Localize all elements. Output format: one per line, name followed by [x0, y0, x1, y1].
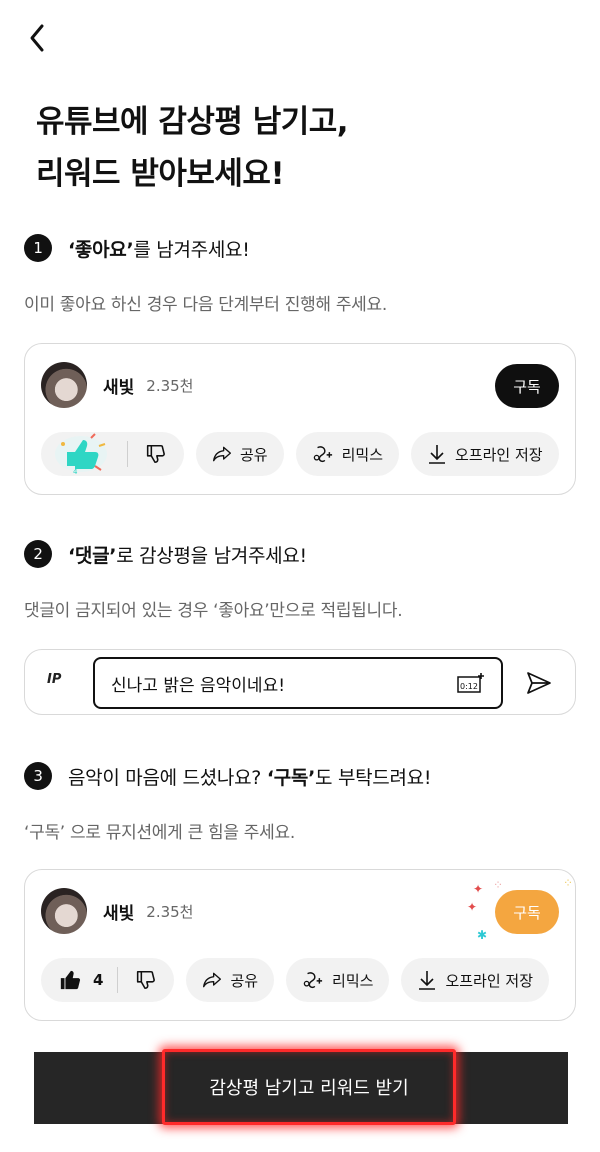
page-title: 유튜브에 감상평 남기고, 리워드 받아보세요! — [36, 96, 349, 200]
step-text: 를 남겨주세요! — [133, 238, 250, 261]
step-2-heading: 2 ‘댓글’ 로 감상평을 남겨주세요! — [24, 540, 307, 568]
step-text: 로 감상평을 남겨주세요! — [116, 544, 307, 567]
svg-text:4: 4 — [73, 468, 78, 476]
sparkle-icon: ⁘ — [563, 876, 574, 890]
share-label: 공유 — [230, 971, 259, 990]
step-number: 1 — [24, 234, 52, 262]
share-icon — [202, 971, 222, 989]
share-icon — [212, 445, 232, 463]
remix-button[interactable]: 리믹스 — [295, 432, 400, 476]
submit-review-button[interactable]: 감상평 남기고 리워드 받기 — [162, 1049, 456, 1125]
step-1-heading: 1 ‘좋아요’ 를 남겨주세요! — [24, 234, 250, 262]
offline-save-label: 오프라인 저장 — [445, 971, 534, 990]
offline-save-button[interactable]: 오프라인 저장 — [401, 958, 550, 1002]
offline-save-label: 오프라인 저장 — [455, 445, 543, 464]
action-row: 4 공유 리믹스 오프라인 저장 — [41, 958, 550, 1002]
share-button[interactable]: 공유 — [186, 958, 275, 1002]
thumbs-down-icon — [146, 444, 165, 464]
subscribe-button[interactable]: 구독 — [495, 890, 559, 934]
step-number: 3 — [24, 762, 52, 790]
step-text: 도 부탁드려요! — [315, 766, 432, 789]
step-3-description: ‘구독’ 으로 뮤지션에게 큰 힘을 주세요. — [24, 823, 295, 843]
step-2-description: 댓글이 금지되어 있는 경우 ‘좋아요’만으로 적립됩니다. — [24, 601, 403, 621]
subscriber-count: 2.35천 — [146, 902, 194, 921]
remix-label: 리믹스 — [341, 445, 384, 464]
share-label: 공유 — [240, 445, 268, 464]
avatar — [41, 888, 87, 934]
subscriber-count: 2.35천 — [146, 376, 194, 395]
sparkle-icon: ✦ — [473, 882, 484, 896]
chevron-left-icon — [30, 24, 44, 52]
dislike-button[interactable] — [128, 432, 184, 476]
back-button[interactable] — [24, 20, 52, 56]
comment-example: IP 신나고 밝은 음악이네요! 0:12 — [24, 649, 576, 715]
sparkle-icon: ✦ — [467, 900, 478, 914]
step-pre-text: 음악이 마음에 드셨나요? — [68, 766, 262, 789]
like-count: 4 — [93, 971, 104, 989]
download-icon — [417, 969, 437, 991]
timestamp-icon[interactable]: 0:12 — [457, 672, 485, 694]
step-1-description: 이미 좋아요 하신 경우 다음 단계부터 진행해 주세요. — [24, 295, 387, 315]
like-button[interactable]: 4 — [41, 958, 117, 1002]
step-keyword: ‘댓글’ — [68, 544, 117, 567]
comment-text: 신나고 밝은 음악이네요! — [111, 675, 286, 696]
remix-icon — [312, 444, 334, 464]
animated-like-icon: 4 — [55, 433, 107, 476]
channel-info: 새빛 2.35천 — [41, 362, 193, 408]
like-button[interactable]: 4 — [41, 432, 127, 476]
sparkle-icon: ✱ — [477, 928, 488, 942]
thumbs-up-filled-icon — [60, 970, 81, 990]
offline-save-button[interactable]: 오프라인 저장 — [411, 432, 559, 476]
share-button[interactable]: 공유 — [196, 432, 284, 476]
title-line-2: 리워드 받아보세요! — [36, 156, 285, 192]
subscribe-example-card: 새빛 2.35천 ✦ ⁘ ✦ ✱ ⁘ 구독 4 공유 리믹스 오프라인 저장 — [24, 869, 576, 1021]
download-icon — [427, 443, 447, 465]
like-dislike-group: 4 — [41, 432, 184, 476]
channel-name: 새빛 — [103, 903, 135, 924]
action-row: 4 공유 리믹스 오프라인 저장 — [41, 432, 559, 476]
avatar — [41, 362, 87, 408]
dislike-button[interactable] — [118, 958, 174, 1002]
remix-button[interactable]: 리믹스 — [286, 958, 390, 1002]
channel-name: 새빛 — [103, 377, 135, 398]
send-icon[interactable] — [525, 669, 553, 697]
sparkle-icon: ⁘ — [493, 878, 504, 892]
comment-avatar: IP — [47, 672, 62, 687]
step-keyword: ‘구독’ — [266, 766, 316, 789]
subscribe-button[interactable]: 구독 — [495, 364, 559, 408]
timestamp-label: 0:12 — [460, 682, 478, 691]
channel-info: 새빛 2.35천 — [41, 888, 193, 934]
like-example-card: 새빛 2.35천 구독 4 공유 리믹스 오프라인 저장 — [24, 343, 576, 495]
remix-icon — [302, 970, 324, 990]
step-keyword: ‘좋아요’ — [68, 238, 134, 261]
title-line-1: 유튜브에 감상평 남기고, — [36, 104, 349, 140]
step-number: 2 — [24, 540, 52, 568]
thumbs-down-icon — [137, 970, 156, 990]
remix-label: 리믹스 — [332, 971, 374, 990]
comment-input[interactable]: 신나고 밝은 음악이네요! 0:12 — [93, 657, 503, 709]
like-dislike-group: 4 — [41, 958, 175, 1002]
step-3-heading: 3 음악이 마음에 드셨나요? ‘구독’ 도 부탁드려요! — [24, 762, 431, 790]
